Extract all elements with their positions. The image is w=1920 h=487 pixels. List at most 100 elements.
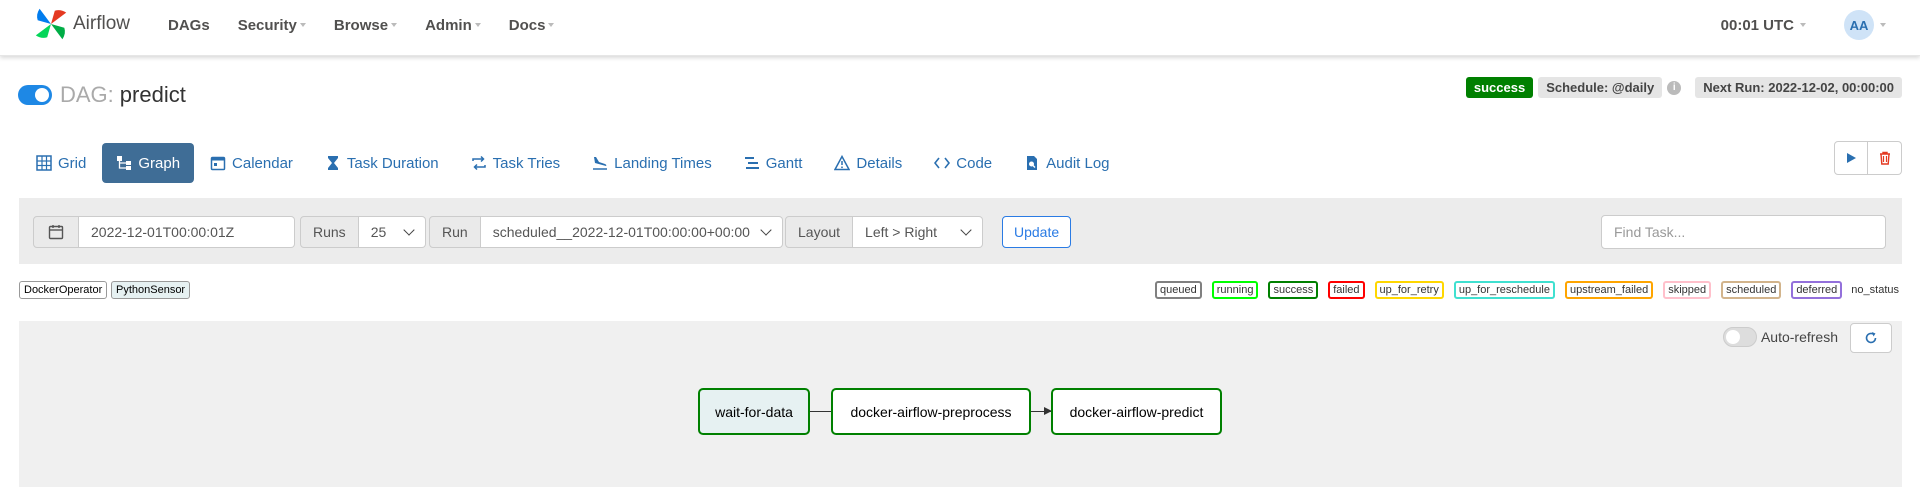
nav-browse-label: Browse bbox=[333, 16, 389, 34]
run-select[interactable]: scheduled__2022-12-01T00:00:00+00:00 bbox=[480, 216, 783, 248]
layout-value: Left > Right bbox=[865, 224, 938, 240]
dag-name: predict bbox=[119, 82, 186, 107]
state-upstream-failed[interactable]: upstream_failed bbox=[1564, 281, 1654, 299]
tab-landing-times[interactable]: Landing Times bbox=[576, 143, 728, 183]
gantt-icon bbox=[744, 157, 759, 169]
caret-down-icon bbox=[474, 23, 481, 27]
tab-task-duration[interactable]: Task Duration bbox=[309, 143, 455, 183]
nav-dags[interactable]: DAGs bbox=[168, 17, 210, 34]
dag-pause-toggle[interactable] bbox=[18, 85, 52, 105]
nav-browse[interactable]: Browse bbox=[333, 16, 398, 34]
user-menu[interactable]: AA bbox=[1844, 10, 1886, 40]
task-node-wait-for-data[interactable]: wait-for-data bbox=[698, 388, 810, 435]
tab-details[interactable]: Details bbox=[818, 143, 918, 183]
top-navbar: Airflow DAGs Security Browse Admin Docs … bbox=[0, 0, 1920, 56]
state-up-for-retry[interactable]: up_for_retry bbox=[1374, 281, 1444, 299]
state-no-status[interactable]: no_status bbox=[1848, 281, 1902, 299]
runs-select[interactable]: 25 bbox=[358, 216, 426, 248]
layout-label-text: Layout bbox=[798, 224, 841, 240]
caret-down-icon bbox=[299, 23, 306, 27]
state-up-for-reschedule[interactable]: up_for_reschedule bbox=[1453, 281, 1555, 299]
auto-refresh-switch[interactable] bbox=[1722, 327, 1757, 347]
trash-icon bbox=[1879, 151, 1890, 165]
calendar-icon bbox=[210, 156, 226, 171]
base-date-value: 2022-12-01T00:00:01Z bbox=[91, 224, 235, 240]
caret-down-icon bbox=[548, 23, 555, 27]
layout-select[interactable]: Left > Right bbox=[853, 216, 984, 248]
state-running[interactable]: running bbox=[1211, 281, 1259, 299]
state-skipped[interactable]: skipped bbox=[1663, 281, 1712, 299]
task-node-docker-airflow-predict[interactable]: docker-airflow-predict bbox=[1051, 388, 1222, 435]
nav-dags-label: DAGs bbox=[168, 16, 210, 34]
nav-admin-label: Admin bbox=[425, 16, 472, 34]
plane-landing-icon bbox=[593, 157, 608, 170]
nav-security[interactable]: Security bbox=[238, 17, 306, 34]
utc-clock[interactable]: 00:01 UTC bbox=[1721, 17, 1806, 34]
avatar: AA bbox=[1844, 10, 1874, 40]
play-icon bbox=[1847, 153, 1856, 163]
utc-clock-label: 00:01 UTC bbox=[1720, 16, 1794, 34]
trigger-dag-button[interactable] bbox=[1834, 141, 1868, 175]
tab-grid[interactable]: Grid bbox=[20, 143, 102, 183]
caret-down-icon bbox=[391, 23, 398, 27]
run-label: Run bbox=[429, 216, 481, 248]
edge-preprocess-to-predict bbox=[1031, 407, 1052, 415]
tab-graph[interactable]: Graph bbox=[102, 143, 195, 183]
dag-state-badge[interactable]: success bbox=[1465, 77, 1534, 98]
code-icon bbox=[934, 157, 951, 169]
nav-admin[interactable]: Admin bbox=[425, 17, 481, 34]
runs-label-text: Runs bbox=[313, 224, 346, 240]
runs-label: Runs bbox=[300, 216, 359, 248]
state-scheduled[interactable]: scheduled bbox=[1721, 281, 1782, 299]
brand-link[interactable]: Airflow bbox=[32, 4, 130, 44]
state-failed[interactable]: failed bbox=[1328, 281, 1365, 299]
operator-tag-docker[interactable]: DockerOperator bbox=[19, 281, 108, 299]
nav-docs[interactable]: Docs bbox=[509, 17, 555, 34]
find-task-input[interactable]: Find Task... bbox=[1601, 215, 1886, 249]
chevron-down-icon bbox=[403, 224, 415, 236]
refresh-button[interactable] bbox=[1850, 323, 1892, 353]
tab-landing-times-label: Landing Times bbox=[614, 154, 712, 172]
graph-canvas[interactable]: Auto-refresh wait-for-data docker-airflo… bbox=[19, 321, 1902, 487]
chevron-down-icon bbox=[760, 224, 772, 236]
tab-calendar-label: Calendar bbox=[232, 154, 293, 172]
state-legend: queued running success failed up_for_ret… bbox=[1145, 281, 1902, 299]
info-icon[interactable]: i bbox=[1667, 80, 1682, 95]
tab-audit-log-label: Audit Log bbox=[1046, 154, 1110, 172]
tab-code[interactable]: Code bbox=[918, 143, 1008, 183]
tab-gantt[interactable]: Gantt bbox=[728, 143, 819, 183]
dag-view-tabs: Grid Graph Calendar Task Duration Task T… bbox=[20, 143, 1126, 183]
nav-docs-label: Docs bbox=[508, 16, 546, 34]
tab-calendar[interactable]: Calendar bbox=[194, 143, 309, 183]
layout-label: Layout bbox=[785, 216, 854, 248]
state-queued[interactable]: queued bbox=[1155, 281, 1202, 299]
grid-icon bbox=[36, 155, 52, 171]
state-success[interactable]: success bbox=[1268, 281, 1319, 299]
caret-down-icon bbox=[1880, 23, 1886, 27]
tab-audit-log[interactable]: Audit Log bbox=[1008, 143, 1125, 183]
schedule-badge: Schedule: @daily bbox=[1538, 77, 1663, 98]
runs-value: 25 bbox=[370, 224, 387, 240]
update-button[interactable]: Update bbox=[1002, 216, 1072, 248]
operator-tag-pythonsensor[interactable]: PythonSensor bbox=[111, 281, 191, 299]
tab-task-tries[interactable]: Task Tries bbox=[455, 143, 577, 183]
delete-dag-button[interactable] bbox=[1868, 141, 1902, 175]
date-picker-button[interactable] bbox=[33, 216, 79, 248]
tab-code-label: Code bbox=[956, 154, 993, 172]
hourglass-icon bbox=[327, 156, 338, 170]
run-value: scheduled__2022-12-01T00:00:00+00:00 bbox=[492, 224, 750, 240]
retry-icon bbox=[471, 155, 486, 171]
legend-row: DockerOperator PythonSensor queued runni… bbox=[19, 281, 1902, 301]
state-deferred[interactable]: deferred bbox=[1791, 281, 1843, 299]
dag-label: DAG: bbox=[60, 82, 114, 107]
tab-details-label: Details bbox=[856, 154, 903, 172]
base-date-input[interactable]: 2022-12-01T00:00:01Z bbox=[79, 216, 295, 248]
tab-task-duration-label: Task Duration bbox=[346, 154, 439, 172]
filter-bar: 2022-12-01T00:00:01Z Runs 25 Run schedul… bbox=[19, 198, 1902, 264]
run-label-text: Run bbox=[442, 224, 468, 240]
auto-refresh-toggle[interactable]: Auto-refresh bbox=[1722, 327, 1838, 347]
tab-task-tries-label: Task Tries bbox=[492, 154, 561, 172]
task-node-docker-airflow-preprocess[interactable]: docker-airflow-preprocess bbox=[831, 388, 1031, 435]
nav-security-label: Security bbox=[237, 16, 297, 34]
audit-icon bbox=[1027, 156, 1038, 170]
